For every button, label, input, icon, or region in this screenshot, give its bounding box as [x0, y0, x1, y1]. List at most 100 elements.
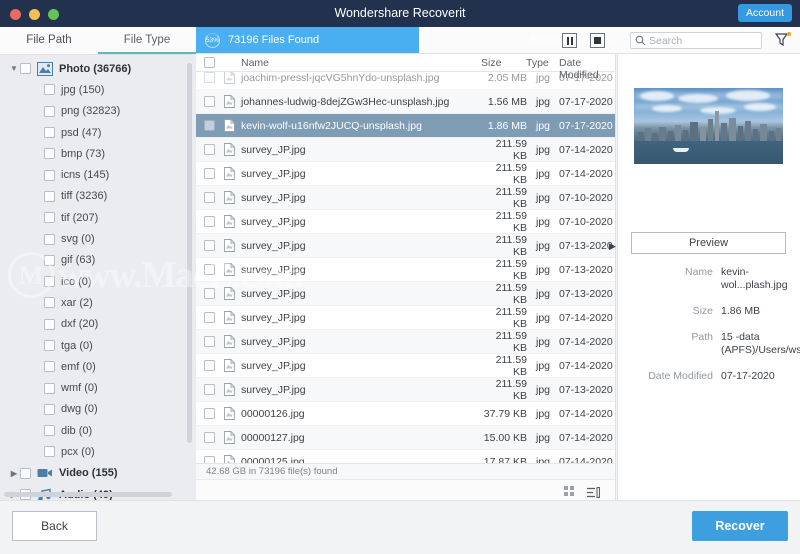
item-checkbox[interactable] [44, 276, 55, 288]
item-checkbox[interactable] [44, 425, 55, 437]
tab-file-type[interactable]: File Type [98, 27, 196, 54]
cell-type: jpg [536, 239, 551, 252]
column-header-size[interactable]: Size [481, 57, 501, 69]
file-icon [224, 407, 235, 420]
table-row[interactable]: survey_JP.jpg 211.59 KB jpg 07-13-2020 [196, 258, 615, 282]
recover-button[interactable]: Recover [692, 511, 788, 541]
row-checkbox[interactable] [204, 360, 215, 371]
item-checkbox[interactable] [44, 340, 55, 351]
item-checkbox[interactable] [44, 190, 55, 202]
sidebar-item-ico[interactable]: ico (0) [0, 271, 196, 292]
sidebar-item-gif[interactable]: gif (63) [0, 250, 196, 271]
grid-view-button[interactable] [564, 486, 574, 496]
table-row[interactable]: survey_JP.jpg 211.59 KB jpg 07-13-2020 [196, 282, 615, 306]
sidebar-vertical-scrollbar[interactable] [187, 63, 192, 443]
sidebar-item-dwg[interactable]: dwg (0) [0, 399, 196, 420]
select-all-checkbox[interactable] [204, 57, 215, 68]
table-row[interactable]: survey_JP.jpg 211.59 KB jpg 07-14-2020 [196, 162, 615, 186]
group-checkbox[interactable] [20, 467, 31, 479]
sidebar-item-wmf[interactable]: wmf (0) [0, 377, 196, 398]
sidebar-item-tif[interactable]: tif (207) [0, 207, 196, 228]
back-button[interactable]: Back [12, 511, 97, 541]
sidebar-item-png[interactable]: png (32823) [0, 101, 196, 122]
sidebar-item-svg[interactable]: svg (0) [0, 228, 196, 249]
item-checkbox[interactable] [44, 212, 55, 224]
sidebar-item-emf[interactable]: emf (0) [0, 356, 196, 377]
item-checkbox[interactable] [44, 84, 55, 96]
sidebar-item-jpg[interactable]: jpg (150) [0, 79, 196, 100]
search-input[interactable] [649, 34, 753, 47]
row-checkbox[interactable] [204, 96, 215, 107]
chevron-down-icon[interactable]: ▼ [8, 64, 20, 73]
group-checkbox[interactable] [20, 63, 31, 75]
row-checkbox[interactable] [204, 312, 215, 323]
search-box[interactable] [630, 32, 762, 49]
table-row[interactable]: survey_JP.jpg 211.59 KB jpg 07-10-2020 [196, 186, 615, 210]
row-checkbox[interactable] [204, 264, 215, 275]
preview-field-label: Date Modified [648, 370, 713, 382]
sidebar-item-bmp[interactable]: bmp (73) [0, 143, 196, 164]
item-checkbox[interactable] [44, 105, 55, 117]
row-checkbox[interactable] [204, 120, 215, 131]
pause-scan-button[interactable] [562, 33, 577, 48]
table-row[interactable]: 00000127.jpg 15.00 KB jpg 07-14-2020 [196, 426, 615, 450]
row-checkbox[interactable] [204, 72, 215, 83]
item-checkbox[interactable] [44, 446, 55, 458]
table-row[interactable]: survey_JP.jpg 211.59 KB jpg 07-13-2020 [196, 234, 615, 258]
table-row[interactable]: johannes-ludwig-8dejZGw3Hec-unsplash.jpg… [196, 90, 615, 114]
row-checkbox[interactable] [204, 336, 215, 347]
sidebar-item-tga[interactable]: tga (0) [0, 335, 196, 356]
item-checkbox[interactable] [44, 233, 55, 245]
column-header-type[interactable]: Type [526, 57, 549, 69]
row-checkbox[interactable] [204, 192, 215, 203]
sidebar-group-video[interactable]: ▶ Video (155) [0, 463, 196, 484]
item-checkbox[interactable] [44, 382, 55, 394]
sidebar-item-dib[interactable]: dib (0) [0, 420, 196, 441]
row-checkbox[interactable] [204, 168, 215, 179]
table-row[interactable]: survey_JP.jpg 211.59 KB jpg 07-14-2020 [196, 330, 615, 354]
row-checkbox[interactable] [204, 144, 215, 155]
sidebar-group-photo[interactable]: ▼ Photo (36766) [0, 58, 196, 79]
file-type-sidebar[interactable]: ▼ Photo (36766) jpg (150) png (32823) psd (4… [0, 55, 196, 500]
sidebar-item-tiff[interactable]: tiff (3236) [0, 186, 196, 207]
table-row[interactable]: kevin-wolf-u16nfw2JUCQ-unsplash.jpg 1.86 … [196, 114, 615, 138]
row-checkbox[interactable] [204, 288, 215, 299]
row-checkbox[interactable] [204, 432, 215, 443]
row-checkbox[interactable] [204, 384, 215, 395]
table-row[interactable]: 00000126.jpg 37.79 KB jpg 07-14-2020 [196, 402, 615, 426]
preview-field: Size 1.86 MB [617, 305, 800, 318]
table-row[interactable]: survey_JP.jpg 211.59 KB jpg 07-13-2020 [196, 378, 615, 402]
table-row[interactable]: survey_JP.jpg 211.59 KB jpg 07-14-2020 [196, 138, 615, 162]
item-checkbox[interactable] [44, 254, 55, 266]
sidebar-item-pcx[interactable]: pcx (0) [0, 441, 196, 462]
table-row[interactable]: survey_JP.jpg 211.59 KB jpg 07-14-2020 [196, 306, 615, 330]
sidebar-horizontal-scrollbar[interactable] [4, 492, 172, 497]
column-header-name[interactable]: Name [241, 57, 269, 69]
chevron-right-icon[interactable]: ▶ [8, 469, 20, 478]
item-checkbox[interactable] [44, 361, 55, 373]
sidebar-item-xar[interactable]: xar (2) [0, 292, 196, 313]
item-checkbox[interactable] [44, 318, 55, 330]
list-view-button[interactable] [587, 485, 601, 500]
collapse-preview-arrow[interactable]: ▶ [609, 240, 617, 252]
item-checkbox[interactable] [44, 403, 55, 415]
stop-scan-button[interactable] [590, 33, 605, 48]
sidebar-item-dxf[interactable]: dxf (20) [0, 314, 196, 335]
row-checkbox[interactable] [204, 240, 215, 251]
tab-file-path[interactable]: File Path [0, 27, 98, 54]
preview-button[interactable]: Preview [631, 232, 786, 254]
row-checkbox[interactable] [204, 408, 215, 419]
item-checkbox[interactable] [44, 297, 55, 309]
row-checkbox[interactable] [204, 216, 215, 227]
item-checkbox[interactable] [44, 148, 55, 160]
sidebar-item-icns[interactable]: icns (145) [0, 164, 196, 185]
filter-button[interactable] [774, 32, 791, 49]
table-row[interactable]: survey_JP.jpg 211.59 KB jpg 07-10-2020 [196, 210, 615, 234]
account-button[interactable]: Account [738, 4, 792, 22]
sidebar-item-label: svg (0) [61, 233, 95, 246]
column-header-date-modified[interactable]: Date Modified [559, 57, 615, 81]
sidebar-item-psd[interactable]: psd (47) [0, 122, 196, 143]
item-checkbox[interactable] [44, 127, 55, 139]
item-checkbox[interactable] [44, 169, 55, 181]
table-row[interactable]: survey_JP.jpg 211.59 KB jpg 07-14-2020 [196, 354, 615, 378]
